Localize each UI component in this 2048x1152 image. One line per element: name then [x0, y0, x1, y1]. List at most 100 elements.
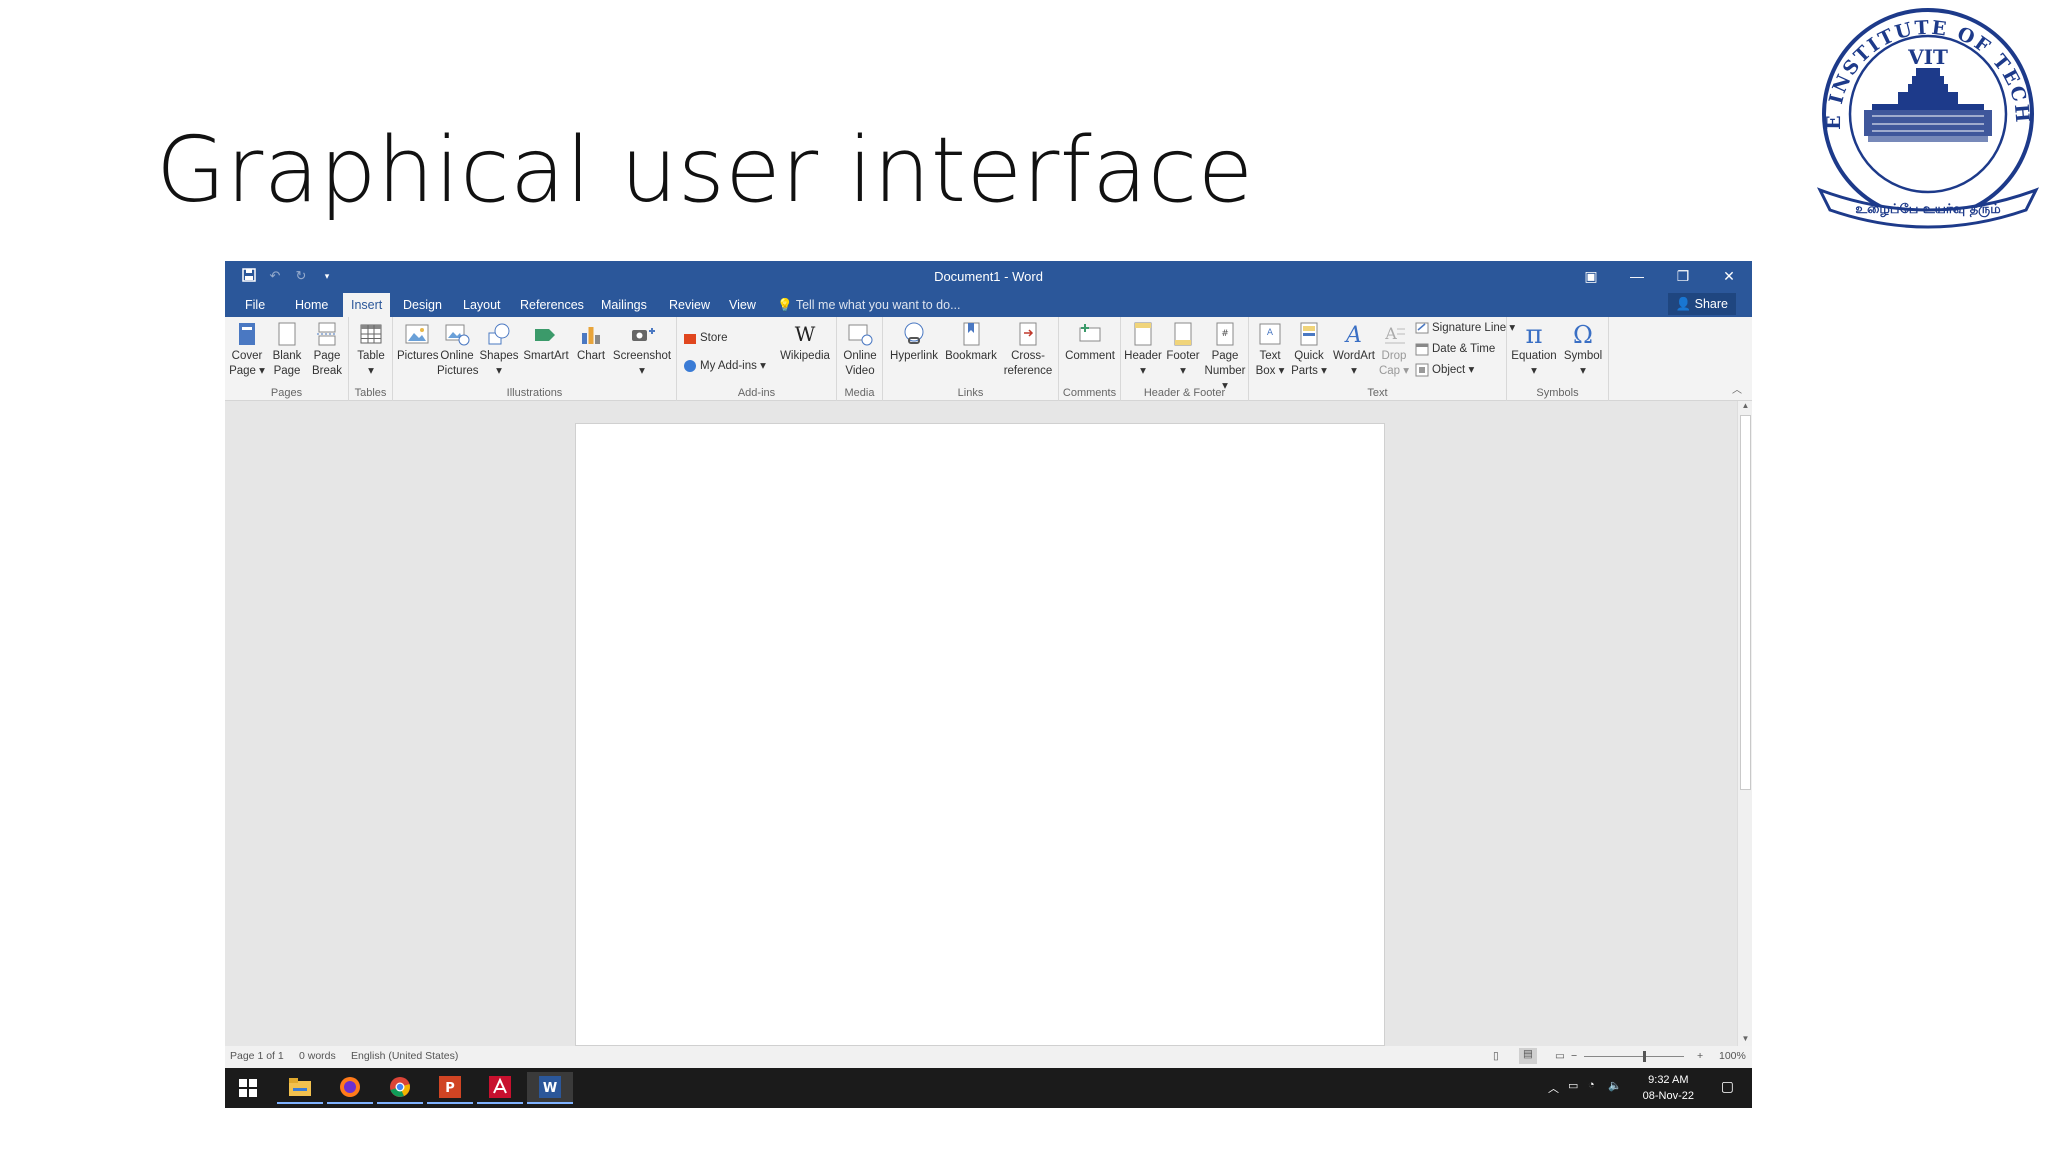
cross-reference-button[interactable]: Cross- reference — [1001, 321, 1055, 379]
screenshot-button[interactable]: Screenshot ▾ — [611, 321, 673, 379]
zoom-level[interactable]: 100% — [1719, 1050, 1746, 1062]
powerpoint-icon[interactable]: P — [427, 1072, 473, 1104]
zoom-in-icon[interactable]: + — [1697, 1050, 1703, 1062]
web-layout-icon[interactable]: ▭ — [1555, 1050, 1565, 1062]
cover-page-button[interactable]: Cover Page ▾ — [229, 321, 265, 379]
tab-mailings[interactable]: Mailings — [593, 293, 655, 317]
text-box-button[interactable]: A Text Box ▾ — [1253, 321, 1287, 379]
language[interactable]: English (United States) — [351, 1050, 458, 1062]
scroll-up-icon[interactable]: ▲ — [1738, 401, 1752, 413]
tab-file[interactable]: File — [237, 293, 273, 317]
pi-icon: π — [1525, 321, 1542, 347]
file-explorer-icon[interactable] — [277, 1072, 323, 1104]
my-addins-button[interactable]: My Add-ins ▾ — [683, 359, 766, 374]
online-pictures-button[interactable]: Online Pictures — [437, 321, 479, 379]
scroll-thumb[interactable] — [1740, 415, 1751, 790]
page-number-label-1: Page — [1211, 350, 1239, 362]
page-number-button[interactable]: # Page Number ▾ — [1203, 321, 1247, 394]
tell-me-box[interactable]: 💡 Tell me what you want to do... — [777, 293, 961, 317]
group-label-text: Text — [1367, 387, 1388, 399]
online-pictures-label-1: Online — [440, 350, 474, 362]
action-center-icon[interactable]: ▢ — [1721, 1078, 1734, 1095]
collapse-ribbon-icon[interactable]: ︿ — [1732, 381, 1742, 396]
comment-button[interactable]: Comment — [1063, 321, 1117, 364]
group-label-illustrations: Illustrations — [506, 387, 563, 399]
chrome-icon[interactable] — [377, 1072, 423, 1104]
print-layout-icon[interactable]: ▤ — [1519, 1048, 1537, 1064]
store-button[interactable]: Store — [683, 331, 728, 346]
zoom-slider[interactable] — [1584, 1056, 1684, 1057]
bookmark-button[interactable]: Bookmark — [943, 321, 999, 364]
word-count[interactable]: 0 words — [299, 1050, 336, 1062]
ribbon-display-icon[interactable]: ▣ — [1568, 261, 1614, 291]
tab-view[interactable]: View — [721, 293, 764, 317]
shapes-button[interactable]: Shapes ▾ — [479, 321, 519, 379]
acrobat-icon[interactable] — [477, 1072, 523, 1104]
show-hidden-icons-icon[interactable]: ︿ — [1548, 1080, 1559, 1096]
clock[interactable]: 9:32 AM 08-Nov-22 — [1643, 1072, 1694, 1104]
text-box-icon: A — [1259, 323, 1281, 345]
wifi-icon[interactable]: ◔ — [1588, 1079, 1595, 1091]
tab-layout[interactable]: Layout — [455, 293, 509, 317]
signature-line-button[interactable]: Signature Line ▾ — [1415, 321, 1515, 336]
status-bar: Page 1 of 1 0 words English (United Stat… — [225, 1046, 1752, 1068]
tab-insert[interactable]: Insert — [343, 293, 391, 317]
blank-page-button[interactable]: Blank Page — [269, 321, 305, 379]
zoom-slider-thumb[interactable] — [1643, 1051, 1646, 1062]
hyperlink-icon — [904, 322, 924, 344]
lightbulb-icon: 💡 — [777, 298, 793, 312]
group-label-addins: Add-ins — [737, 387, 776, 399]
ribbon-insert: Cover Page ▾ Blank Page Page Break Pages — [225, 317, 1752, 401]
page-count[interactable]: Page 1 of 1 — [230, 1050, 284, 1062]
drop-cap-icon: A — [1384, 324, 1405, 344]
minimize-icon[interactable]: — — [1614, 261, 1660, 291]
group-pages: Cover Page ▾ Blank Page Page Break Pages — [225, 317, 349, 401]
online-video-button[interactable]: Online Video — [841, 321, 879, 379]
vertical-scrollbar[interactable]: ▲ ▼ — [1737, 401, 1752, 1046]
footer-button[interactable]: Footer ▾ — [1163, 321, 1203, 379]
date-time-button[interactable]: Date & Time — [1415, 342, 1495, 357]
object-button[interactable]: Object ▾ — [1415, 363, 1474, 378]
pictures-button[interactable]: Pictures — [397, 321, 439, 364]
scroll-down-icon[interactable]: ▼ — [1738, 1034, 1752, 1046]
svg-text:π: π — [1525, 321, 1542, 347]
pictures-icon — [405, 324, 429, 344]
online-video-label-2: Video — [845, 365, 875, 377]
drop-cap-label-1: Drop — [1381, 350, 1407, 362]
close-icon[interactable]: ✕ — [1706, 261, 1752, 291]
smartart-button[interactable]: SmartArt — [521, 321, 571, 364]
blank-page-icon — [278, 322, 296, 346]
chart-button[interactable]: Chart — [573, 321, 609, 364]
share-button[interactable]: 👤 Share — [1667, 293, 1736, 315]
tab-review[interactable]: Review — [661, 293, 718, 317]
tab-references[interactable]: References — [512, 293, 592, 317]
start-icon[interactable] — [225, 1072, 271, 1104]
share-label: Share — [1694, 297, 1728, 311]
firefox-icon[interactable] — [327, 1072, 373, 1104]
wikipedia-button[interactable]: W Wikipedia — [777, 321, 833, 364]
restore-icon[interactable]: ❐ — [1660, 261, 1706, 291]
group-label-media: Media — [844, 387, 875, 399]
symbol-button[interactable]: Ω Symbol ▾ — [1561, 321, 1605, 379]
wordart-button[interactable]: A WordArt ▾ — [1331, 321, 1377, 379]
table-button[interactable]: Table ▾ — [353, 321, 389, 379]
drop-cap-button[interactable]: A Drop Cap ▾ — [1377, 321, 1411, 379]
group-label-header-footer: Header & Footer — [1143, 387, 1226, 399]
zoom-out-icon[interactable]: − — [1571, 1050, 1577, 1062]
quick-parts-button[interactable]: Quick Parts ▾ — [1289, 321, 1329, 379]
word-icon[interactable]: W — [527, 1072, 573, 1104]
document-page[interactable] — [575, 423, 1385, 1046]
tab-home[interactable]: Home — [287, 293, 336, 317]
person-icon: 👤 — [1675, 297, 1692, 311]
read-mode-icon[interactable]: ▯ — [1493, 1050, 1499, 1062]
tab-design[interactable]: Design — [395, 293, 450, 317]
online-video-label-1: Online — [843, 350, 877, 362]
group-illustrations: Pictures Online Pictures Shapes ▾ SmartAr… — [393, 317, 677, 401]
page-break-button[interactable]: Page Break — [309, 321, 345, 379]
battery-icon[interactable]: ▭ — [1568, 1079, 1578, 1092]
hyperlink-button[interactable]: Hyperlink — [887, 321, 941, 364]
windows-taskbar: P W ︿ ▭ ◔ 🔈 9:32 AM 08-Nov-22 ▢ — [225, 1068, 1752, 1108]
equation-button[interactable]: π Equation ▾ — [1509, 321, 1559, 379]
header-button[interactable]: Header ▾ — [1123, 321, 1163, 379]
volume-icon[interactable]: 🔈 — [1608, 1079, 1622, 1092]
